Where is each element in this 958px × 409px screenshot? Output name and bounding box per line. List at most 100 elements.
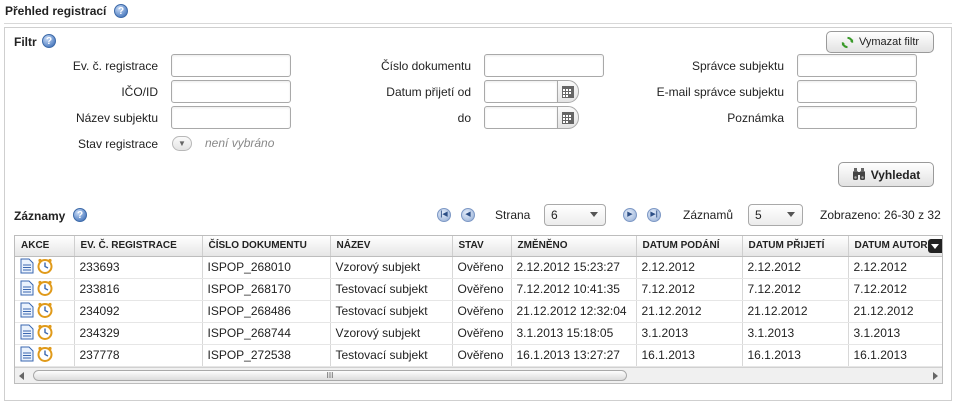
- prev-page-button[interactable]: ◀: [461, 208, 475, 222]
- datum-od-field[interactable]: [484, 80, 558, 103]
- cell-datum-autor: 21.12.2012: [848, 300, 942, 323]
- col-header-cislo-dok[interactable]: ČÍSLO DOKUMENTU: [202, 236, 331, 257]
- document-icon[interactable]: [20, 324, 34, 343]
- col-header-datum-prijeti[interactable]: DATUM PŘIJETÍ: [742, 236, 849, 257]
- cell-cislo-dok: ISPOP_268744: [202, 322, 331, 345]
- ev-reg-field[interactable]: [171, 54, 291, 77]
- clock-icon[interactable]: [37, 258, 53, 277]
- table-row[interactable]: 233693 ISPOP_268010 Vzorový subjekt Ověřeno…: [15, 256, 942, 279]
- col-header-stav[interactable]: STAV: [452, 236, 512, 257]
- cell-datum-autor: 3.1.2013: [848, 322, 942, 345]
- ico-field[interactable]: [171, 80, 291, 103]
- scroll-right-arrow[interactable]: [933, 372, 938, 380]
- table-row[interactable]: 234092 ISPOP_268486 Testovací subjekt Ověře…: [15, 300, 942, 323]
- cell-datum-prijeti: 7.12.2012: [742, 278, 849, 301]
- strana-label: Strana: [495, 208, 531, 222]
- binoculars-icon: [852, 168, 865, 180]
- col-header-zmeneno[interactable]: ZMĚNĚNO: [511, 236, 637, 257]
- cislo-dok-label: Číslo dokumentu: [380, 59, 471, 73]
- calendar-icon: [562, 86, 574, 98]
- table-row[interactable]: 237778 ISPOP_272538 Testovací subjekt Ověře…: [15, 344, 942, 367]
- clear-filter-label: Vymazat filtr: [858, 36, 920, 48]
- email-label: E-mail správce subjektu: [656, 85, 784, 99]
- chevron-down-icon: [590, 212, 598, 217]
- cell-ev-reg: 233816: [74, 278, 203, 301]
- datum-do-calendar-button[interactable]: [557, 106, 579, 129]
- zobrazeno-text: Zobrazeno: 26-30 z 32: [820, 208, 941, 222]
- spravce-label: Správce subjektu: [691, 59, 784, 73]
- stav-label: Stav registrace: [77, 137, 158, 151]
- clock-icon[interactable]: [37, 346, 53, 365]
- document-icon[interactable]: [20, 302, 34, 321]
- cell-stav: Ověřeno: [452, 344, 512, 367]
- cell-nazev: Testovací subjekt: [330, 344, 453, 367]
- stav-value: není vybráno: [205, 136, 275, 150]
- table-row[interactable]: 234329 ISPOP_268744 Vzorový subjekt Ověřeno…: [15, 322, 942, 345]
- col-header-akce[interactable]: AKCE: [15, 236, 75, 257]
- datum-do-field[interactable]: [484, 106, 558, 129]
- document-icon[interactable]: [20, 258, 34, 277]
- cell-datum-podani: 3.1.2013: [636, 322, 743, 345]
- cell-cislo-dok: ISPOP_268486: [202, 300, 331, 323]
- col-header-nazev[interactable]: NÁZEV: [330, 236, 453, 257]
- chevron-down-icon: [931, 244, 939, 249]
- first-page-button[interactable]: |◀: [437, 208, 451, 222]
- akce-cell: [15, 278, 75, 301]
- cell-ev-reg: 234092: [74, 300, 203, 323]
- cell-datum-podani: 2.12.2012: [636, 256, 743, 279]
- column-menu-button[interactable]: [928, 239, 942, 253]
- records-help-icon[interactable]: ?: [73, 208, 87, 222]
- chevron-down-icon: [787, 212, 795, 217]
- col-header-datum-podani[interactable]: DATUM PODÁNÍ: [636, 236, 743, 257]
- scroll-left-arrow[interactable]: [19, 372, 24, 380]
- cell-zmeneno: 3.1.2013 15:18:05: [511, 322, 637, 345]
- clock-icon[interactable]: [37, 280, 53, 299]
- records-title: Záznamy: [14, 209, 66, 223]
- cell-datum-prijeti: 16.1.2013: [742, 344, 849, 367]
- search-button[interactable]: Vyhledat: [838, 162, 934, 187]
- email-field[interactable]: [797, 80, 917, 103]
- help-icon[interactable]: ?: [114, 4, 128, 18]
- records-grid: AKCE EV. Č. REGISTRACE ČÍSLO DOKUMENTU N…: [14, 235, 943, 384]
- document-icon[interactable]: [20, 346, 34, 365]
- cell-cislo-dok: ISPOP_268010: [202, 256, 331, 279]
- cell-datum-podani: 21.12.2012: [636, 300, 743, 323]
- spravce-field[interactable]: [797, 54, 917, 77]
- next-page-button[interactable]: ▶: [623, 208, 637, 222]
- last-page-button[interactable]: ▶|: [647, 208, 661, 222]
- document-icon[interactable]: [20, 280, 34, 299]
- cell-zmeneno: 16.1.2013 13:27:27: [511, 344, 637, 367]
- cell-datum-prijeti: 21.12.2012: [742, 300, 849, 323]
- cell-nazev: Testovací subjekt: [330, 278, 453, 301]
- cell-cislo-dok: ISPOP_268170: [202, 278, 331, 301]
- horizontal-scrollbar[interactable]: III: [15, 367, 942, 383]
- cell-datum-podani: 7.12.2012: [636, 278, 743, 301]
- poznamka-field[interactable]: [797, 106, 917, 129]
- cell-datum-autor: 7.12.2012: [848, 278, 942, 301]
- cislo-dok-field[interactable]: [484, 54, 604, 77]
- cell-zmeneno: 7.12.2012 10:41:35: [511, 278, 637, 301]
- akce-cell: [15, 300, 75, 323]
- cell-datum-prijeti: 2.12.2012: [742, 256, 849, 279]
- filter-help-icon[interactable]: ?: [42, 34, 56, 48]
- calendar-icon: [562, 112, 574, 124]
- datum-od-calendar-button[interactable]: [557, 80, 579, 103]
- page-size-select[interactable]: 5: [748, 204, 803, 226]
- clear-filter-button[interactable]: Vymazat filtr: [826, 31, 934, 53]
- ev-reg-label: Ev. č. registrace: [72, 59, 158, 73]
- stav-dropdown-button[interactable]: ▼: [172, 136, 192, 151]
- col-header-ev-reg[interactable]: EV. Č. REGISTRACE: [74, 236, 203, 257]
- cell-ev-reg: 234329: [74, 322, 203, 345]
- table-row[interactable]: 233816 ISPOP_268170 Testovací subjekt Ověře…: [15, 278, 942, 301]
- cell-nazev: Vzorový subjekt: [330, 322, 453, 345]
- scroll-thumb[interactable]: III: [33, 370, 627, 381]
- clock-icon[interactable]: [37, 324, 53, 343]
- page-title: Přehled registrací: [5, 4, 107, 18]
- nazev-field[interactable]: [171, 106, 291, 129]
- page-select[interactable]: 6: [544, 204, 606, 226]
- cell-nazev: Testovací subjekt: [330, 300, 453, 323]
- table-header-row: AKCE EV. Č. REGISTRACE ČÍSLO DOKUMENTU N…: [15, 236, 942, 257]
- clock-icon[interactable]: [37, 302, 53, 321]
- nazev-label: Název subjektu: [75, 111, 158, 125]
- cell-cislo-dok: ISPOP_272538: [202, 344, 331, 367]
